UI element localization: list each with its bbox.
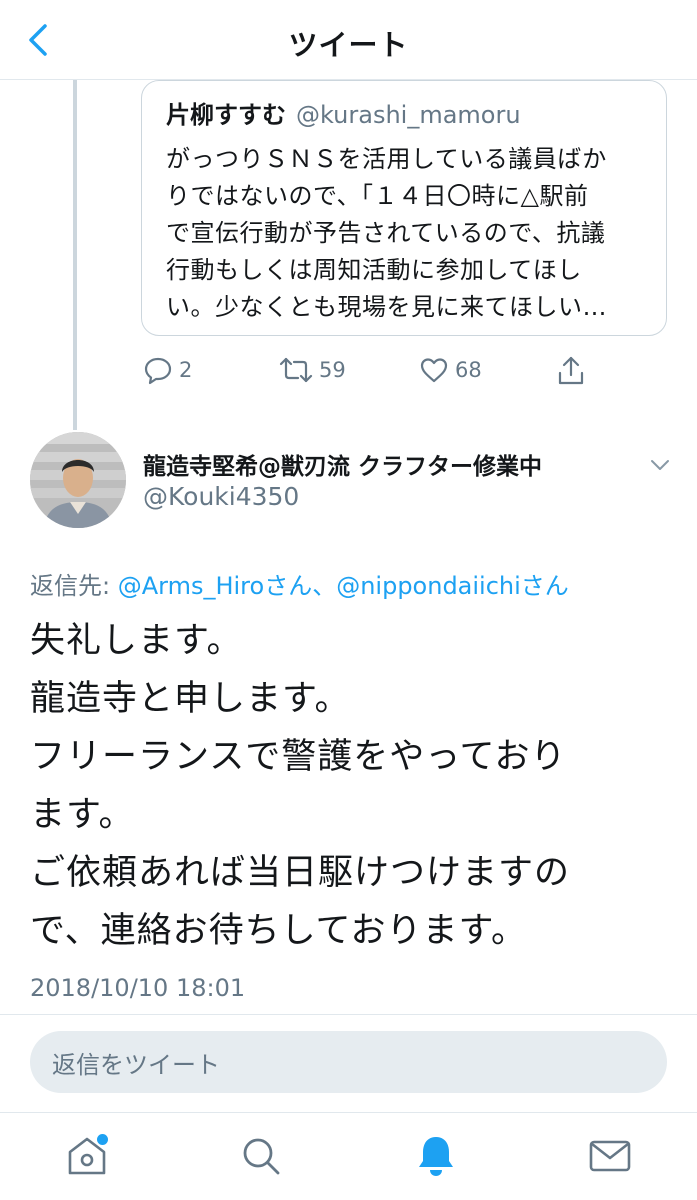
quoted-text-line: で宣伝行動が予告されているので、抗議 <box>166 219 606 247</box>
retweet-icon <box>279 357 313 383</box>
reply-count: 2 <box>179 358 193 382</box>
retweet-action[interactable]: 59 <box>279 355 346 385</box>
like-icon <box>420 358 448 383</box>
tweet-text-line: 龍造寺と申します。 <box>30 679 351 719</box>
quoted-text-line: い。少なくとも現場を見に来てほしい… <box>166 293 607 321</box>
reply-input-placeholder: 返信をツイート <box>52 1050 220 1079</box>
quoted-tweet-header: 片柳すすむ @kurashi_mamoru <box>166 99 644 131</box>
retweet-count: 59 <box>319 358 346 382</box>
author-handle[interactable]: @Kouki4350 <box>143 482 299 511</box>
top-bar: ツイート <box>0 0 697 80</box>
tweet-menu-button[interactable] <box>645 450 675 480</box>
replying-to: 返信先: @Arms_Hiroさん、@nippondaiichiさん <box>30 566 569 601</box>
reply-input[interactable]: 返信をツイート <box>30 1031 667 1093</box>
caret-down-icon <box>651 460 669 470</box>
author-name[interactable]: 龍造寺堅希@獣刃流 クラフター修業中 <box>143 447 542 481</box>
bottom-tab-bar <box>0 1112 697 1200</box>
tweet-text-line: 失礼します。 <box>30 621 243 661</box>
quoted-tweet-card[interactable]: 片柳すすむ @kurashi_mamoru がっつりＳＮＳを活用している議員ばか … <box>141 80 667 336</box>
tweet-text-line: で、連絡お待ちしております。 <box>30 911 528 951</box>
new-content-dot <box>97 1134 108 1145</box>
search-icon <box>243 1138 280 1175</box>
quoted-text-line: りではないので、「１４日〇時に△駅前 <box>166 182 589 210</box>
divider <box>0 1014 697 1015</box>
tab-messages[interactable] <box>585 1131 635 1181</box>
reply-action[interactable]: 2 <box>143 355 192 385</box>
replying-to-label: 返信先: <box>30 572 118 600</box>
reply-separator: さん、 <box>264 572 337 600</box>
tweet-text: 失礼します。 龍造寺と申します。 フリーランスで警護をやっており ます。 ご依頼… <box>30 612 570 960</box>
quoted-author-handle: @kurashi_mamoru <box>296 101 521 129</box>
quoted-tweet-text: がっつりＳＮＳを活用している議員ばか りではないので、「１４日〇時に△駅前 で宣… <box>166 141 644 326</box>
share-action[interactable] <box>556 355 586 387</box>
share-icon <box>558 356 584 385</box>
quoted-text-line: がっつりＳＮＳを活用している議員ばか <box>166 145 607 173</box>
avatar[interactable] <box>30 432 126 528</box>
notifications-icon <box>419 1137 453 1176</box>
tweet-timestamp: 2018/10/10 18:01 <box>30 974 246 1002</box>
quoted-author-name: 片柳すすむ <box>166 101 286 129</box>
reply-icon <box>144 357 172 385</box>
tab-search[interactable] <box>236 1131 286 1181</box>
page-title: ツイート <box>288 28 409 62</box>
tweet-text-line: ます。 <box>30 795 135 835</box>
quoted-text-line: 行動もしくは周知活動に参加してほし <box>166 256 582 284</box>
tweet-text-line: ご依頼あれば当日駆けつけますの <box>30 853 571 893</box>
tab-notifications[interactable] <box>411 1131 461 1181</box>
reply-suffix: さん <box>520 572 569 600</box>
messages-icon <box>589 1140 631 1172</box>
tweet-text-line: フリーランスで警護をやっており <box>30 737 567 777</box>
like-count: 68 <box>455 358 482 382</box>
tab-home[interactable] <box>62 1131 112 1181</box>
like-action[interactable]: 68 <box>419 355 482 385</box>
mention-link[interactable]: @nippondaiichi <box>336 572 521 600</box>
mention-link[interactable]: @Arms_Hiro <box>118 572 264 600</box>
tweet-actions: 2 59 68 <box>0 355 697 399</box>
